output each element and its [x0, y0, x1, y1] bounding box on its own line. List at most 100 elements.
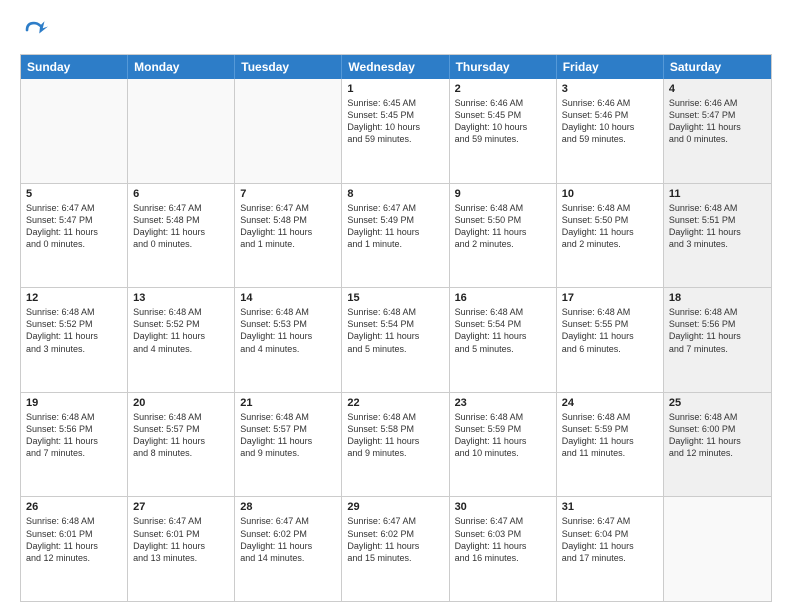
- day-number: 30: [455, 501, 551, 513]
- cell-line: Daylight: 11 hours: [133, 540, 229, 552]
- cell-line: Sunset: 5:48 PM: [240, 214, 336, 226]
- day-number: 12: [26, 292, 122, 304]
- cell-line: Sunset: 5:46 PM: [562, 109, 658, 121]
- cal-cell-0-4: 2Sunrise: 6:46 AMSunset: 5:45 PMDaylight…: [450, 79, 557, 183]
- cell-line: Daylight: 11 hours: [240, 435, 336, 447]
- cell-line: Sunrise: 6:48 AM: [26, 515, 122, 527]
- cell-line: and 59 minutes.: [455, 133, 551, 145]
- header-cell-monday: Monday: [128, 55, 235, 79]
- day-number: 3: [562, 83, 658, 95]
- cell-line: Sunset: 5:59 PM: [562, 423, 658, 435]
- calendar-row-1: 5 Sunrise: 6:47 AM Sunset: 5:47 PM Daylight…: [21, 184, 771, 289]
- header-cell-saturday: Saturday: [664, 55, 771, 79]
- cell-line: Daylight: 11 hours: [240, 540, 336, 552]
- cell-line: and 10 minutes.: [455, 447, 551, 459]
- cal-cell-2-6: 18Sunrise: 6:48 AMSunset: 5:56 PMDayligh…: [664, 288, 771, 392]
- cell-line: Daylight: 11 hours: [562, 330, 658, 342]
- cell-line: Sunrise: 6:48 AM: [455, 411, 551, 423]
- cell-line: and 13 minutes.: [133, 552, 229, 564]
- cal-cell-1-6: 11Sunrise: 6:48 AMSunset: 5:51 PMDayligh…: [664, 184, 771, 288]
- cell-line: Sunset: 5:54 PM: [347, 318, 443, 330]
- cell-line: Sunrise: 6:47 AM: [562, 515, 658, 527]
- calendar-header: SundayMondayTuesdayWednesdayThursdayFrid…: [21, 55, 771, 79]
- cell-line: Sunset: 5:45 PM: [347, 109, 443, 121]
- cal-cell-1-1: 6Sunrise: 6:47 AMSunset: 5:48 PMDaylight…: [128, 184, 235, 288]
- day-number: 28: [240, 501, 336, 513]
- cal-cell-3-3: 22Sunrise: 6:48 AMSunset: 5:58 PMDayligh…: [342, 393, 449, 497]
- cell-line: Sunrise: 6:48 AM: [455, 306, 551, 318]
- cell-line: and 16 minutes.: [455, 552, 551, 564]
- day-number: 9: [455, 188, 551, 200]
- cell-line: Sunrise: 6:46 AM: [562, 97, 658, 109]
- day-number: 14: [240, 292, 336, 304]
- cell-line: Sunset: 6:03 PM: [455, 528, 551, 540]
- cell-line: and 59 minutes.: [347, 133, 443, 145]
- cell-line: Daylight: 11 hours: [347, 435, 443, 447]
- cell-line: Daylight: 10 hours: [347, 121, 443, 133]
- cell-line: Sunset: 5:47 PM: [26, 214, 122, 226]
- day-number: 26: [26, 501, 122, 513]
- day-number: 1: [347, 83, 443, 95]
- header-cell-friday: Friday: [557, 55, 664, 79]
- calendar-row-0: 1Sunrise: 6:45 AMSunset: 5:45 PMDaylight…: [21, 79, 771, 184]
- cell-line: Sunset: 5:50 PM: [562, 214, 658, 226]
- day-number: 18: [669, 292, 766, 304]
- cell-line: Sunrise: 6:47 AM: [133, 202, 229, 214]
- cell-line: Sunset: 5:59 PM: [455, 423, 551, 435]
- logo-icon: [20, 16, 48, 44]
- cell-line: Sunrise: 6:47 AM: [240, 202, 336, 214]
- cell-line: Daylight: 11 hours: [455, 540, 551, 552]
- day-number: 29: [347, 501, 443, 513]
- day-number: 19: [26, 397, 122, 409]
- cell-line: Sunset: 5:52 PM: [133, 318, 229, 330]
- cell-line: Sunset: 5:55 PM: [562, 318, 658, 330]
- cell-line: Daylight: 10 hours: [562, 121, 658, 133]
- cell-line: Sunrise: 6:48 AM: [562, 202, 658, 214]
- cell-line: Sunset: 5:57 PM: [133, 423, 229, 435]
- cell-line: Daylight: 11 hours: [669, 121, 766, 133]
- cal-cell-0-5: 3 Sunrise: 6:46 AMSunset: 5:46 PMDaylight…: [557, 79, 664, 183]
- cell-line: Sunrise: 6:47 AM: [347, 515, 443, 527]
- cell-line: Sunset: 5:52 PM: [26, 318, 122, 330]
- cal-cell-3-0: 19Sunrise: 6:48 AMSunset: 5:56 PMDayligh…: [21, 393, 128, 497]
- cal-cell-0-2: [235, 79, 342, 183]
- cell-line: and 7 minutes.: [26, 447, 122, 459]
- cal-cell-1-5: 10Sunrise: 6:48 AMSunset: 5:50 PMDayligh…: [557, 184, 664, 288]
- cal-cell-4-5: 31Sunrise: 6:47 AMSunset: 6:04 PMDayligh…: [557, 497, 664, 601]
- cal-cell-2-0: 12Sunrise: 6:48 AMSunset: 5:52 PMDayligh…: [21, 288, 128, 392]
- day-number: 13: [133, 292, 229, 304]
- cell-line: Sunrise: 6:48 AM: [26, 306, 122, 318]
- cell-line: Daylight: 11 hours: [347, 330, 443, 342]
- cal-cell-0-0: [21, 79, 128, 183]
- day-number: 25: [669, 397, 766, 409]
- cell-line: Sunrise: 6:48 AM: [562, 411, 658, 423]
- cell-line: Sunset: 5:54 PM: [455, 318, 551, 330]
- cell-line: Sunrise: 6:47 AM: [240, 515, 336, 527]
- cell-line: Daylight: 11 hours: [240, 226, 336, 238]
- cell-line: Sunset: 5:56 PM: [26, 423, 122, 435]
- cell-line: Sunset: 5:51 PM: [669, 214, 766, 226]
- cell-line: and 59 minutes.: [562, 133, 658, 145]
- cell-line: and 14 minutes.: [240, 552, 336, 564]
- cal-cell-4-6: [664, 497, 771, 601]
- cell-line: Sunrise: 6:46 AM: [455, 97, 551, 109]
- day-number: 5: [26, 188, 122, 200]
- cell-line: and 5 minutes.: [347, 343, 443, 355]
- cal-cell-3-5: 24Sunrise: 6:48 AMSunset: 5:59 PMDayligh…: [557, 393, 664, 497]
- header-cell-sunday: Sunday: [21, 55, 128, 79]
- cell-line: Daylight: 11 hours: [133, 330, 229, 342]
- cal-cell-2-3: 15Sunrise: 6:48 AMSunset: 5:54 PMDayligh…: [342, 288, 449, 392]
- cell-line: Sunrise: 6:48 AM: [133, 306, 229, 318]
- cell-line: and 4 minutes.: [133, 343, 229, 355]
- cell-line: Sunrise: 6:48 AM: [240, 306, 336, 318]
- cell-line: and 7 minutes.: [669, 343, 766, 355]
- cell-line: and 2 minutes.: [562, 238, 658, 250]
- cal-cell-0-1: [128, 79, 235, 183]
- day-number: 21: [240, 397, 336, 409]
- cell-line: and 0 minutes.: [26, 238, 122, 250]
- cell-line: Sunrise: 6:48 AM: [240, 411, 336, 423]
- day-number: 20: [133, 397, 229, 409]
- cal-cell-0-3: 1Sunrise: 6:45 AMSunset: 5:45 PMDaylight…: [342, 79, 449, 183]
- cal-cell-4-0: 26Sunrise: 6:48 AMSunset: 6:01 PMDayligh…: [21, 497, 128, 601]
- cell-line: and 0 minutes.: [133, 238, 229, 250]
